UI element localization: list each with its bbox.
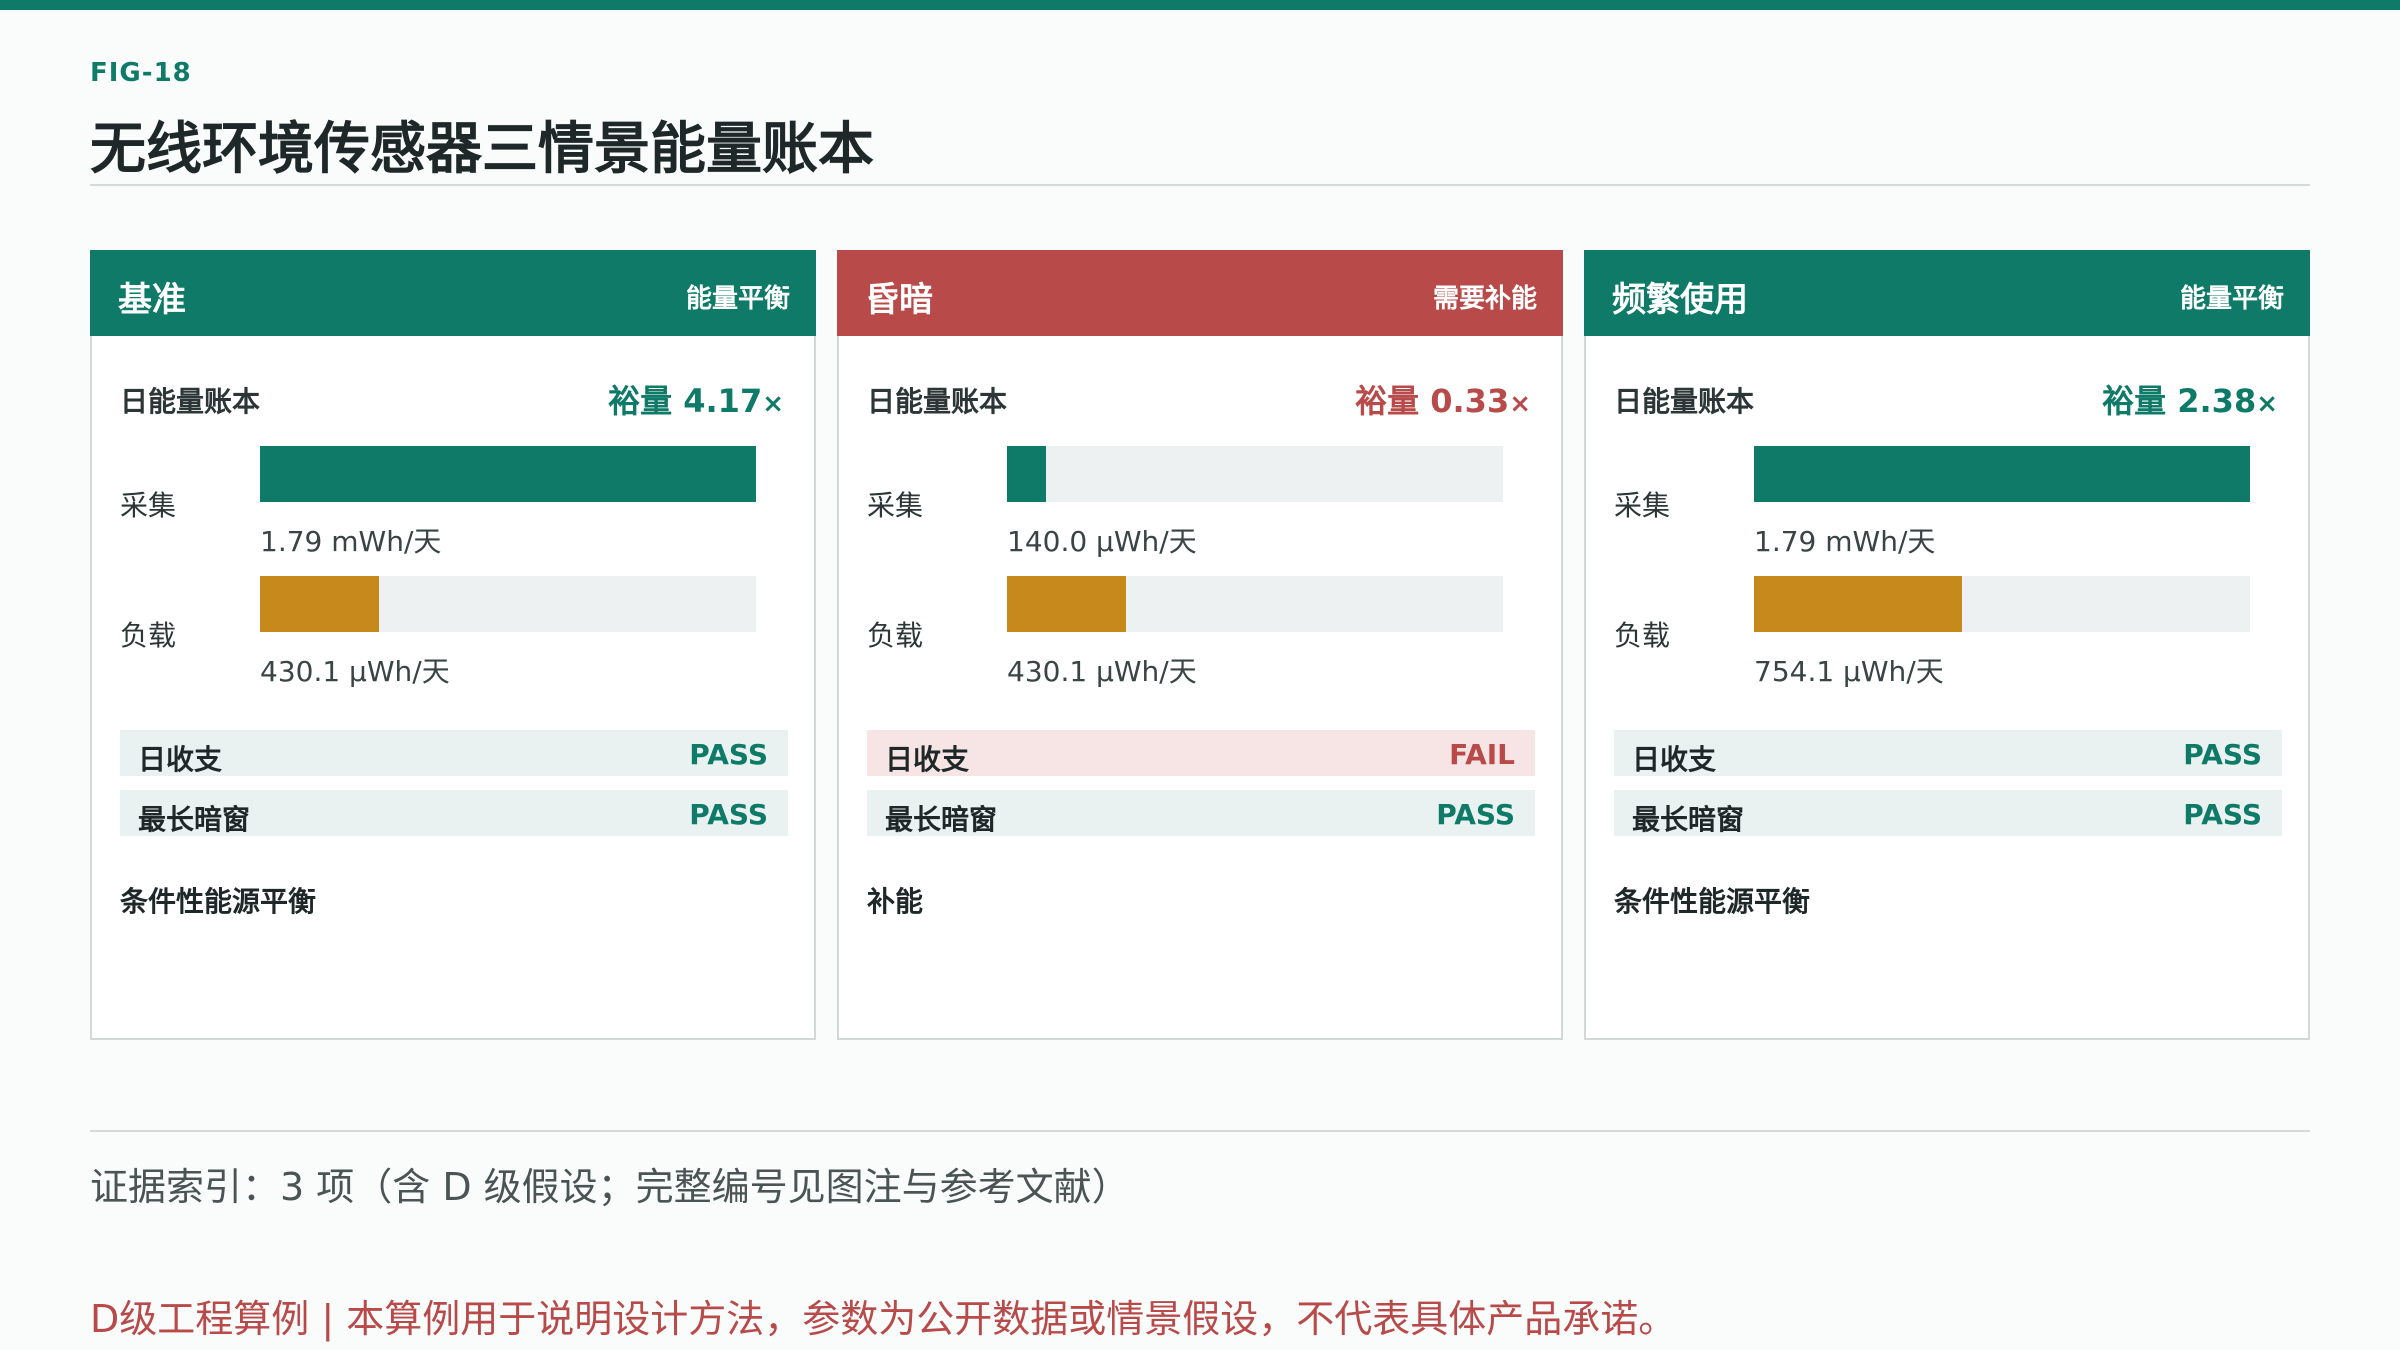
- disclaimer: D级工程算例 | 本算例用于说明设计方法，参数为公开数据或情景假设，不代表具体产…: [90, 1297, 1677, 1341]
- scenario-name: 昏暗: [865, 280, 933, 320]
- panel-header: 基准 能量平衡: [90, 250, 816, 336]
- check-daily-balance: 日收支 PASS: [120, 730, 788, 776]
- scenario-panel-baseline: 基准 能量平衡 日能量账本 裕量 4.17× 采集 1.79 mWh/天 负载 …: [90, 250, 816, 1040]
- margin-prefix: 裕量: [608, 382, 673, 420]
- scenario-verdict: 条件性能源平衡: [120, 885, 317, 918]
- load-bar-track: [1754, 576, 2250, 632]
- top-accent-bar: [0, 0, 2400, 10]
- check-name: 最长暗窗: [138, 803, 251, 836]
- check-result: PASS: [2183, 738, 2262, 771]
- scenario-status: 能量平衡: [685, 284, 790, 314]
- harvest-label: 采集: [1614, 489, 1671, 522]
- footer-divider: [90, 1130, 2310, 1132]
- check-result: PASS: [689, 798, 768, 831]
- check-longest-dark: 最长暗窗 PASS: [867, 790, 1535, 836]
- check-result: PASS: [2183, 798, 2262, 831]
- check-result: PASS: [1436, 798, 1515, 831]
- ledger-label: 日能量账本: [120, 385, 261, 418]
- scenario-status: 需要补能: [1432, 284, 1537, 314]
- load-bar-track: [1007, 576, 1503, 632]
- load-bar: [260, 576, 380, 632]
- load-bar-track: [260, 576, 756, 632]
- scenario-verdict: 条件性能源平衡: [1614, 885, 1811, 918]
- check-name: 日收支: [138, 743, 223, 776]
- check-name: 日收支: [885, 743, 970, 776]
- load-bar: [1007, 576, 1127, 632]
- harvest-bar: [260, 446, 756, 502]
- harvest-value: 1.79 mWh/天: [1754, 525, 1936, 558]
- harvest-value: 140.0 μWh/天: [1007, 525, 1197, 558]
- harvest-bar: [1754, 446, 2250, 502]
- margin-suffix: ×: [1509, 389, 1531, 419]
- load-label: 负载: [120, 619, 177, 652]
- margin-value: 裕量 2.38×: [2102, 376, 2278, 422]
- ledger-label: 日能量账本: [1614, 385, 1755, 418]
- evidence-index: 证据索引：3 项（含 D 级假设；完整编号见图注与参考文献）: [90, 1165, 1130, 1209]
- title-divider: [90, 184, 2310, 186]
- margin-suffix: ×: [2256, 389, 2278, 419]
- harvest-bar-track: [260, 446, 756, 502]
- page-title: 无线环境传感器三情景能量账本: [90, 117, 874, 182]
- scenario-name: 基准: [118, 280, 186, 320]
- check-result: FAIL: [1449, 738, 1515, 771]
- ledger-label: 日能量账本: [867, 385, 1008, 418]
- check-name: 最长暗窗: [1632, 803, 1745, 836]
- load-value: 754.1 μWh/天: [1754, 655, 1944, 688]
- load-bar: [1754, 576, 1963, 632]
- margin-value: 裕量 0.33×: [1355, 376, 1531, 422]
- load-value: 430.1 μWh/天: [260, 655, 450, 688]
- load-label: 负载: [867, 619, 924, 652]
- margin-prefix: 裕量: [2102, 382, 2167, 420]
- scenario-panel-dim: 昏暗 需要补能 日能量账本 裕量 0.33× 采集 140.0 μWh/天 负载…: [837, 250, 1563, 1040]
- margin-number: 2.38: [2177, 382, 2257, 420]
- harvest-bar-track: [1754, 446, 2250, 502]
- panel-header: 频繁使用 能量平衡: [1584, 250, 2310, 336]
- load-value: 430.1 μWh/天: [1007, 655, 1197, 688]
- check-result: PASS: [689, 738, 768, 771]
- margin-prefix: 裕量: [1355, 382, 1420, 420]
- check-name: 日收支: [1632, 743, 1717, 776]
- load-label: 负载: [1614, 619, 1671, 652]
- harvest-value: 1.79 mWh/天: [260, 525, 442, 558]
- margin-number: 0.33: [1430, 382, 1510, 420]
- check-daily-balance: 日收支 FAIL: [867, 730, 1535, 776]
- harvest-bar-track: [1007, 446, 1503, 502]
- scenario-panel-frequent-use: 频繁使用 能量平衡 日能量账本 裕量 2.38× 采集 1.79 mWh/天 负…: [1584, 250, 2310, 1040]
- panel-header: 昏暗 需要补能: [837, 250, 1563, 336]
- scenario-name: 频繁使用: [1612, 280, 1748, 320]
- harvest-bar: [1007, 446, 1046, 502]
- margin-value: 裕量 4.17×: [608, 376, 784, 422]
- check-daily-balance: 日收支 PASS: [1614, 730, 2282, 776]
- check-name: 最长暗窗: [885, 803, 998, 836]
- harvest-label: 采集: [867, 489, 924, 522]
- margin-suffix: ×: [762, 389, 784, 419]
- harvest-label: 采集: [120, 489, 177, 522]
- scenario-verdict: 补能: [867, 885, 924, 918]
- figure-id: FIG-18: [90, 58, 192, 88]
- check-longest-dark: 最长暗窗 PASS: [120, 790, 788, 836]
- check-longest-dark: 最长暗窗 PASS: [1614, 790, 2282, 836]
- scenario-status: 能量平衡: [2179, 284, 2284, 314]
- margin-number: 4.17: [683, 382, 763, 420]
